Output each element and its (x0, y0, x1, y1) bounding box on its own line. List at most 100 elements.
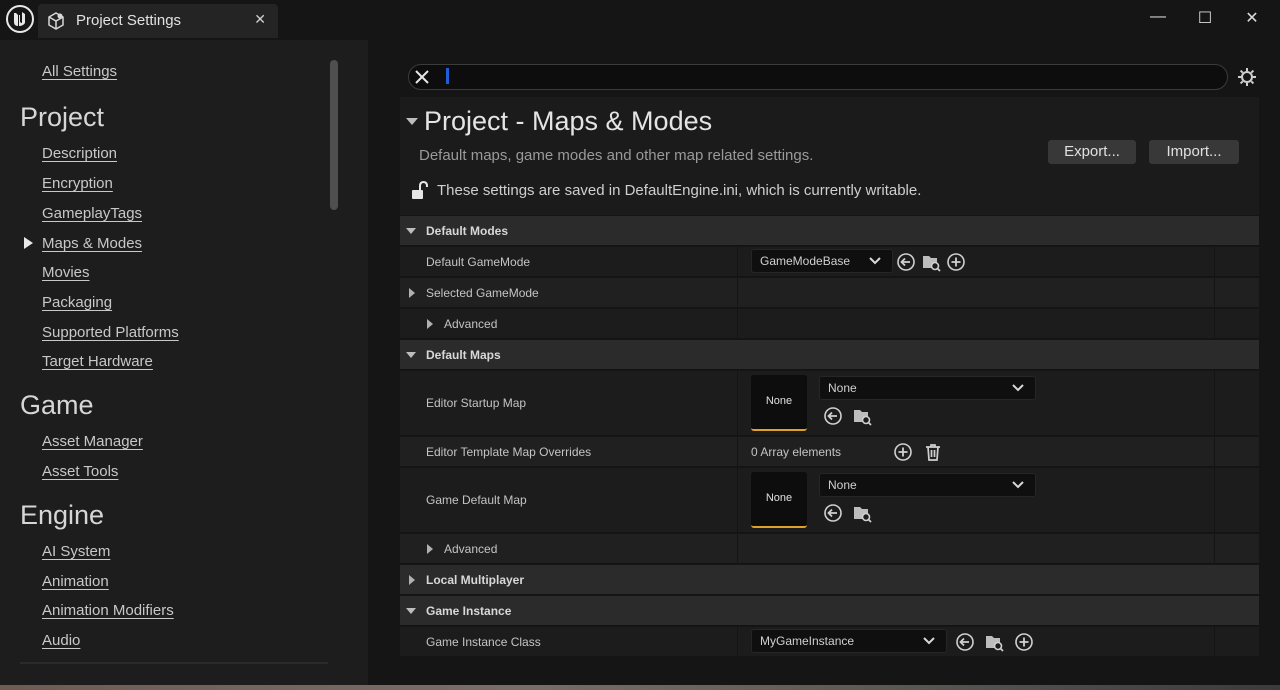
reset-arrow-icon[interactable] (823, 503, 843, 523)
thumbnail-label: None (765, 395, 793, 407)
reset-arrow-icon[interactable] (823, 406, 843, 426)
maximize-button[interactable]: ☐ (1193, 8, 1217, 30)
asset-thumbnail[interactable]: None (751, 472, 807, 528)
chevron-down-icon (1012, 481, 1024, 489)
page-subtitle: Default maps, game modes and other map r… (419, 147, 814, 164)
reset-arrow-icon[interactable] (955, 632, 975, 652)
sidebar-divider (20, 662, 328, 664)
game-instance-dropdown[interactable]: MyGameInstance (751, 629, 947, 653)
property-label: Selected GameMode (426, 286, 539, 300)
add-circle-icon[interactable] (1014, 632, 1034, 652)
title-bar: Project Settings ✕ — ☐ ✕ (0, 0, 1280, 40)
tab-title: Project Settings (76, 12, 182, 29)
category-label: Game Instance (426, 604, 512, 618)
array-count-text: 0 Array elements (751, 445, 842, 459)
expand-arrow-icon[interactable] (406, 228, 416, 234)
add-circle-icon[interactable] (946, 252, 966, 272)
browse-folder-icon[interactable] (852, 503, 872, 523)
column-divider (1214, 247, 1215, 339)
category-game-instance[interactable] (400, 596, 1259, 626)
nav-heading-project: Project (20, 102, 105, 132)
nav-item-animation[interactable]: Animation (42, 573, 109, 590)
thumbnail-label: None (765, 492, 793, 504)
browse-folder-icon[interactable] (921, 252, 941, 272)
nav-item-movies[interactable]: Movies (42, 264, 90, 281)
column-divider[interactable] (737, 247, 738, 339)
category-label: Default Maps (426, 348, 501, 362)
nav-heading-engine: Engine (20, 500, 105, 530)
property-label: Advanced (444, 542, 498, 556)
asset-thumbnail[interactable]: None (751, 375, 807, 431)
column-divider (1214, 371, 1215, 564)
gear-icon[interactable] (1237, 67, 1257, 87)
property-row-advanced[interactable] (400, 309, 1259, 339)
nav-item-asset-manager[interactable]: Asset Manager (42, 433, 143, 450)
close-icon[interactable] (412, 67, 432, 87)
nav-item-packaging[interactable]: Packaging (42, 294, 112, 311)
property-label: Game Instance Class (426, 635, 541, 649)
search-input[interactable] (408, 64, 1228, 90)
reset-arrow-icon[interactable] (896, 252, 916, 272)
category-default-modes[interactable] (400, 216, 1259, 246)
property-row-advanced[interactable] (400, 534, 1259, 564)
nav-item-ai-system[interactable]: AI System (42, 543, 110, 560)
trash-icon[interactable] (923, 442, 943, 462)
nav-item-audio[interactable]: Audio (42, 632, 80, 649)
text-caret (446, 68, 449, 84)
nav-item-encryption[interactable]: Encryption (42, 175, 113, 192)
writable-status-text: These settings are saved in DefaultEngin… (437, 182, 922, 199)
chevron-down-icon (869, 257, 881, 265)
settings-cube-icon (48, 12, 64, 30)
nav-all-settings[interactable]: All Settings (42, 63, 117, 80)
category-label: Default Modes (426, 224, 509, 238)
lock-open-icon (412, 181, 428, 199)
expand-arrow-icon[interactable] (406, 352, 416, 358)
expand-arrow-icon[interactable] (409, 575, 415, 585)
ue-logo-icon[interactable] (6, 5, 34, 33)
dropdown-value: MyGameInstance (760, 634, 855, 648)
chevron-down-icon (1012, 384, 1024, 392)
dropdown-value: None (828, 478, 857, 492)
desktop-strip (0, 685, 1280, 690)
nav-heading-game: Game (20, 390, 94, 420)
nav-item-maps-modes[interactable]: Maps & Modes (42, 235, 142, 252)
property-label: Editor Startup Map (426, 396, 527, 410)
nav-item-supported-platforms[interactable]: Supported Platforms (42, 324, 179, 341)
tab-close-icon[interactable]: ✕ (254, 11, 266, 28)
expand-arrow-icon[interactable] (427, 319, 433, 329)
expand-arrow-icon[interactable] (406, 608, 416, 614)
project-settings-tab[interactable]: Project Settings ✕ (38, 4, 278, 38)
chevron-down-icon (923, 637, 935, 645)
property-label: Editor Template Map Overrides (426, 445, 592, 459)
category-label: Local Multiplayer (426, 573, 525, 587)
column-divider (1214, 627, 1215, 657)
property-label: Advanced (444, 317, 498, 331)
expand-arrow-icon[interactable] (409, 288, 415, 298)
nav-item-asset-tools[interactable]: Asset Tools (42, 463, 118, 480)
category-default-maps[interactable] (400, 340, 1259, 370)
close-window-button[interactable]: ✕ (1240, 8, 1264, 30)
nav-item-description[interactable]: Description (42, 145, 117, 162)
selected-arrow-icon (24, 237, 33, 249)
sidebar-scrollbar[interactable] (330, 60, 338, 210)
property-label: Game Default Map (426, 493, 527, 507)
game-default-map-dropdown[interactable]: None (819, 473, 1036, 497)
collapse-arrow-icon[interactable] (406, 118, 418, 125)
dropdown-value: None (828, 381, 857, 395)
column-divider[interactable] (737, 371, 738, 564)
minimize-button[interactable]: — (1146, 8, 1170, 30)
add-circle-icon[interactable] (893, 442, 913, 462)
property-label: Default GameMode (426, 255, 531, 269)
browse-folder-icon[interactable] (852, 406, 872, 426)
startup-map-dropdown[interactable]: None (819, 376, 1036, 400)
nav-item-gameplaytags[interactable]: GameplayTags (42, 205, 142, 222)
expand-arrow-icon[interactable] (427, 544, 433, 554)
export-button[interactable]: Export... (1048, 140, 1136, 164)
nav-item-animation-modifiers[interactable]: Animation Modifiers (42, 602, 174, 619)
nav-item-target-hardware[interactable]: Target Hardware (42, 353, 153, 370)
column-divider[interactable] (737, 627, 738, 657)
import-button[interactable]: Import... (1149, 140, 1239, 164)
browse-folder-icon[interactable] (984, 632, 1004, 652)
category-local-multiplayer[interactable] (400, 565, 1259, 595)
gamemode-dropdown[interactable]: GameModeBase (751, 249, 893, 273)
